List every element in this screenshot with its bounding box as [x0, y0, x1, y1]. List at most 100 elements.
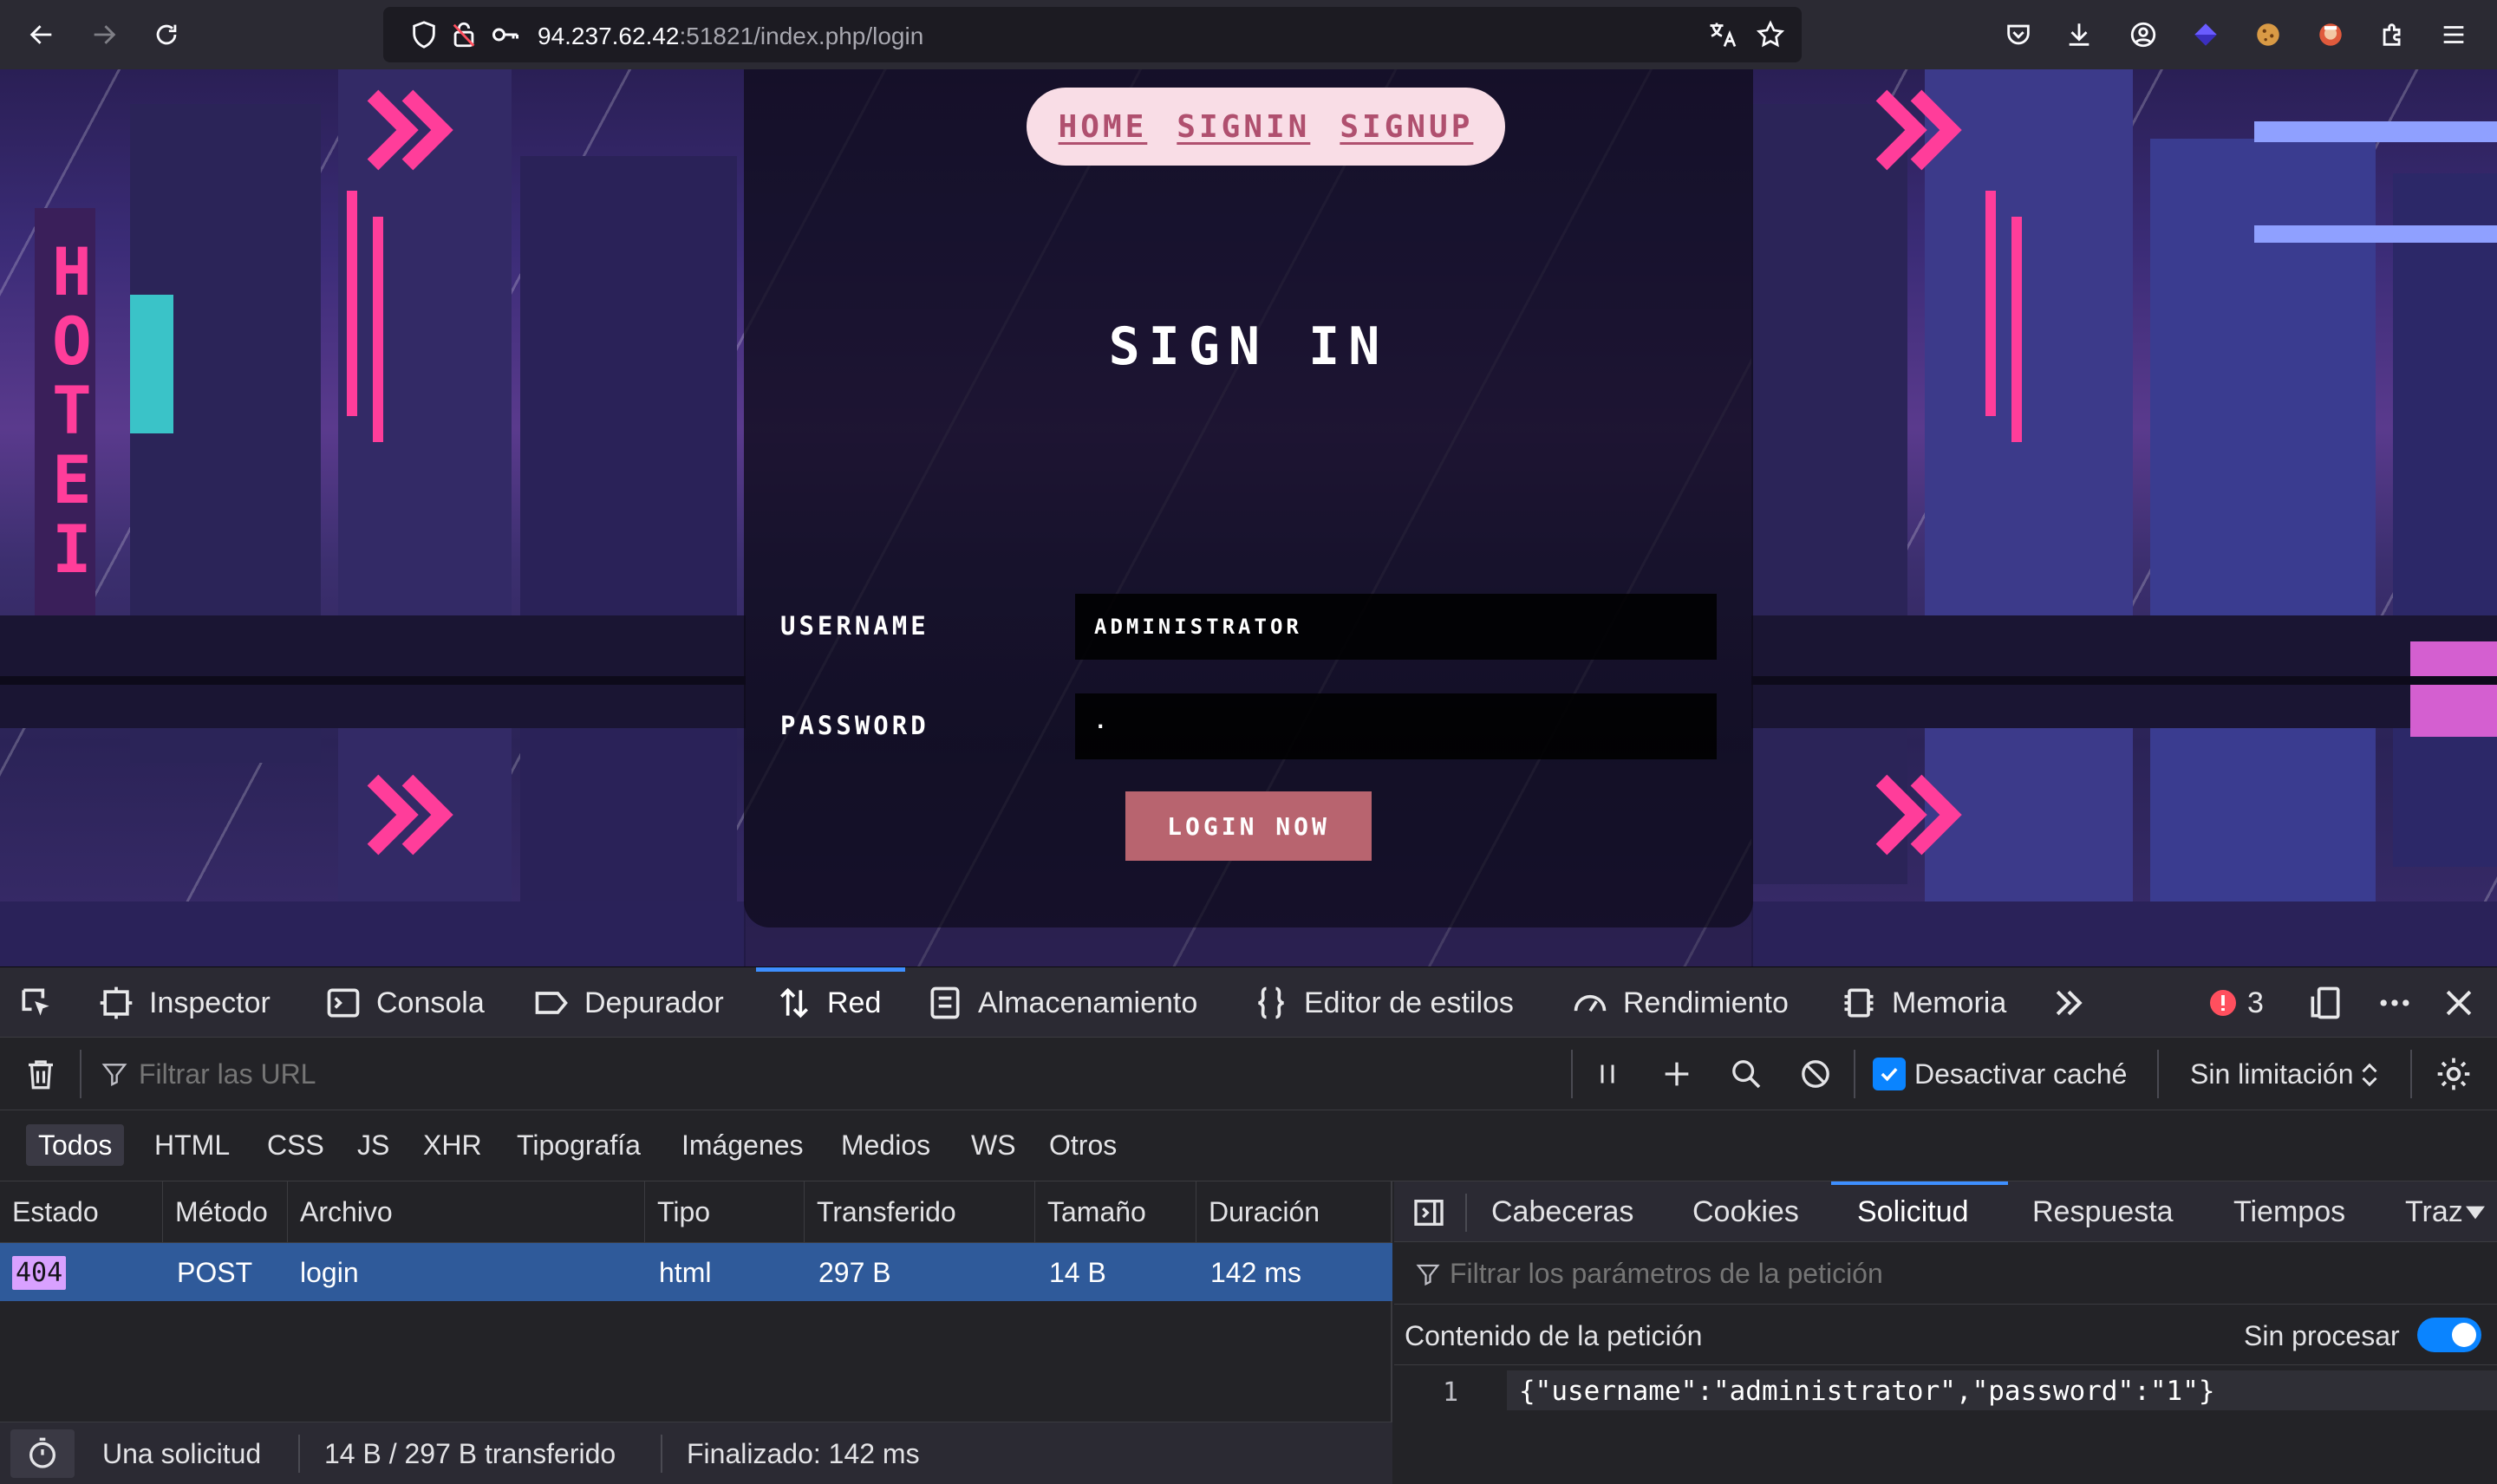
tab-request[interactable]: Solicitud — [1857, 1181, 1969, 1242]
tab-performance[interactable]: Rendimiento — [1571, 967, 1789, 1038]
reload-button[interactable] — [146, 14, 187, 55]
bookmark-star-icon[interactable] — [1755, 19, 1786, 50]
request-count-text: Una solicitud — [102, 1438, 262, 1469]
type-filter-xhr[interactable]: XHR — [411, 1124, 494, 1166]
nav-home-link[interactable]: HOME — [1059, 109, 1148, 145]
error-icon — [2210, 990, 2236, 1016]
downloads-button[interactable] — [2058, 14, 2100, 55]
devtools-tab-bar: Inspector Consola Depurador Red Almacena… — [0, 967, 2497, 1038]
tab-cookies[interactable]: Cookies — [1692, 1181, 1799, 1242]
more-tabs-button[interactable] — [2050, 967, 2088, 1038]
login-now-button[interactable]: LOGIN NOW — [1125, 791, 1372, 861]
type-filter-other[interactable]: Otros — [1037, 1124, 1129, 1166]
extension-button-1[interactable] — [2185, 14, 2226, 55]
details-separator — [1465, 1194, 1467, 1232]
menu-button[interactable] — [2433, 14, 2474, 55]
forward-button[interactable] — [83, 14, 125, 55]
tab-debugger[interactable]: Depurador — [532, 967, 724, 1038]
close-devtools-button[interactable] — [2440, 967, 2478, 1038]
details-active-tab-indicator — [1831, 1181, 2008, 1185]
tab-console-label: Consola — [376, 986, 485, 1019]
pause-icon[interactable] — [1592, 1058, 1623, 1090]
translate-icon[interactable] — [1706, 19, 1737, 50]
username-input[interactable] — [1075, 594, 1717, 660]
block-icon[interactable] — [1798, 1057, 1833, 1091]
insecure-lock-icon[interactable] — [449, 19, 479, 50]
password-input[interactable] — [1075, 693, 1717, 759]
raw-toggle-label: Sin procesar — [2244, 1320, 2400, 1351]
shield-icon[interactable] — [409, 19, 439, 50]
responsive-design-button[interactable] — [2306, 967, 2344, 1038]
url-path: :51821/index.php/login — [679, 23, 924, 49]
type-filter-js[interactable]: JS — [345, 1124, 401, 1166]
column-header-transferred[interactable]: Transferido — [805, 1181, 1035, 1242]
filter-separator-5 — [2410, 1050, 2412, 1098]
type-filter-html[interactable]: HTML — [142, 1124, 242, 1166]
tab-response[interactable]: Respuesta — [2032, 1181, 2174, 1242]
pocket-button[interactable] — [1998, 14, 2039, 55]
table-row[interactable]: 404 POST login html 297 B 14 B 142 ms — [0, 1242, 1392, 1301]
status-separator — [298, 1435, 300, 1473]
forward-arrow-icon — [94, 25, 116, 44]
disable-cache-checkbox[interactable] — [1873, 1058, 1906, 1090]
pocket-icon — [2007, 24, 2030, 45]
request-body-json[interactable]: {"username":"administrator","password":"… — [1519, 1376, 2215, 1407]
browser-toolbar: 94.237.62.42:51821/index.php/login — [0, 0, 2497, 69]
tab-stack-trace[interactable]: Traz — [2405, 1181, 2463, 1242]
type-filter-all[interactable]: Todos — [26, 1124, 125, 1166]
password-label: PASSWORD — [780, 711, 929, 740]
back-button[interactable] — [21, 14, 62, 55]
extensions-button[interactable] — [2372, 14, 2414, 55]
column-header-duration[interactable]: Duración — [1196, 1181, 1392, 1242]
status-separator-2 — [661, 1435, 662, 1473]
tab-console[interactable]: Consola — [324, 967, 485, 1038]
devtools-options-button[interactable] — [2376, 967, 2414, 1038]
tab-storage[interactable]: Almacenamiento — [926, 967, 1197, 1038]
request-status-cell: 404 — [12, 1243, 67, 1302]
extension-button-2[interactable] — [2247, 14, 2289, 55]
key-icon[interactable] — [489, 19, 522, 50]
network-arrows-icon — [780, 987, 808, 1019]
chevron-down-icon[interactable] — [2466, 1206, 2485, 1220]
gear-icon[interactable] — [2435, 1055, 2473, 1093]
plus-icon[interactable] — [1659, 1057, 1694, 1091]
error-count-badge[interactable]: 3 — [2207, 967, 2264, 1038]
type-filter-fonts[interactable]: Tipografía — [505, 1124, 653, 1166]
error-count: 3 — [2247, 986, 2264, 1019]
params-filter-bar — [1394, 1242, 2497, 1305]
tab-headers[interactable]: Cabeceras — [1491, 1181, 1633, 1242]
tab-timings[interactable]: Tiempos — [2233, 1181, 2345, 1242]
double-chevron-right-icon — [2056, 990, 2083, 1016]
nav-signup-link[interactable]: SIGNUP — [1340, 109, 1473, 145]
type-filter-images[interactable]: Imágenes — [669, 1124, 816, 1166]
performance-analysis-button[interactable] — [10, 1429, 75, 1478]
element-picker-icon — [22, 988, 49, 1016]
element-picker-button[interactable] — [17, 967, 55, 1038]
stopwatch-icon — [29, 1437, 55, 1468]
column-header-status[interactable]: Estado — [0, 1181, 163, 1242]
column-header-file[interactable]: Archivo — [288, 1181, 645, 1242]
account-button[interactable] — [2122, 14, 2164, 55]
nav-signin-link[interactable]: SIGNIN — [1177, 109, 1310, 145]
column-header-size[interactable]: Tamaño — [1035, 1181, 1196, 1242]
tab-memory[interactable]: Memoria — [1840, 967, 2006, 1038]
toggle-sidebar-icon[interactable] — [1411, 1195, 1446, 1230]
filter-params-input[interactable] — [1450, 1253, 2473, 1294]
tab-inspector[interactable]: Inspector — [97, 967, 271, 1038]
throttling-select[interactable]: Sin limitación — [2190, 1058, 2378, 1090]
url-bar[interactable]: 94.237.62.42:51821/index.php/login — [383, 7, 1802, 62]
code-line-number: 1 — [1443, 1377, 1459, 1408]
trash-icon[interactable] — [23, 1055, 59, 1093]
type-filter-ws[interactable]: WS — [959, 1124, 1028, 1166]
search-icon[interactable] — [1729, 1057, 1764, 1091]
extension-button-3[interactable] — [2310, 14, 2351, 55]
column-header-method[interactable]: Método — [163, 1181, 288, 1242]
column-header-type[interactable]: Tipo — [645, 1181, 805, 1242]
tab-style-editor[interactable]: Editor de estilos — [1252, 967, 1514, 1038]
type-filter-css[interactable]: CSS — [255, 1124, 336, 1166]
url-text[interactable]: 94.237.62.42:51821/index.php/login — [538, 23, 923, 50]
tab-network[interactable]: Red — [775, 967, 881, 1038]
filter-urls-input[interactable] — [139, 1051, 1526, 1097]
type-filter-media[interactable]: Medios — [829, 1124, 942, 1166]
raw-toggle-switch[interactable] — [2417, 1318, 2481, 1352]
